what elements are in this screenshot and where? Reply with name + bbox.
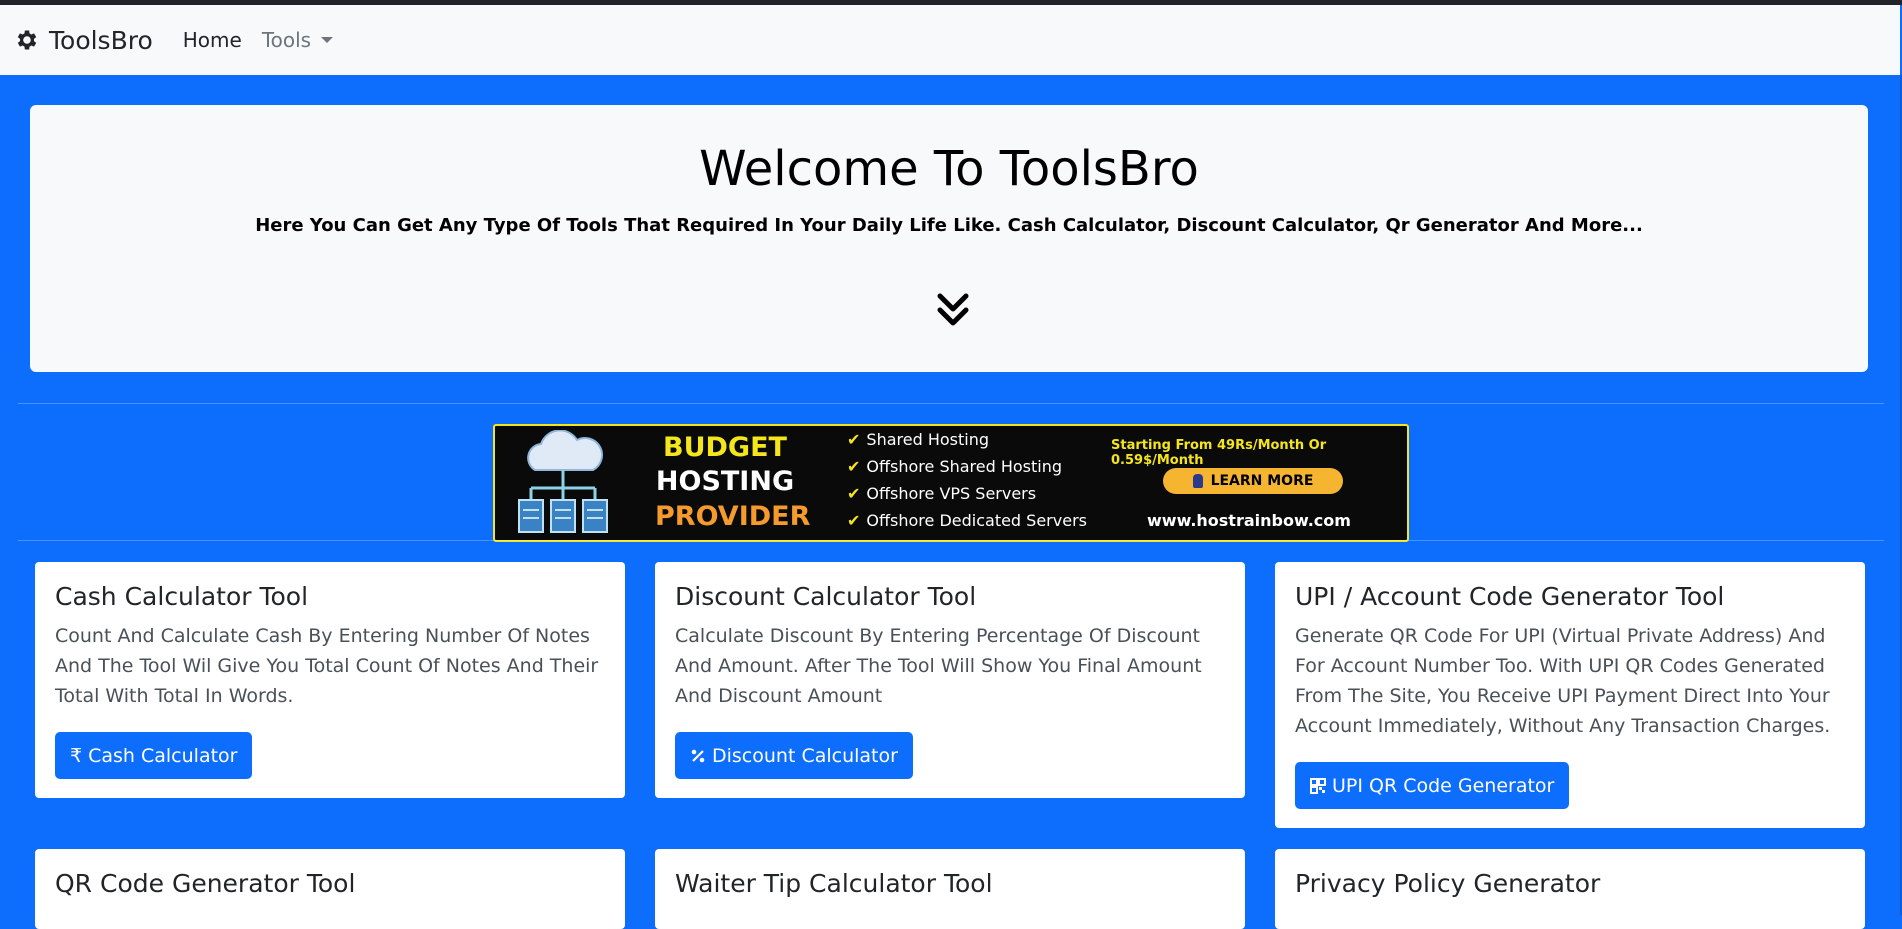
hero-title: Welcome To ToolsBro bbox=[699, 141, 1199, 197]
nav-tools-label: Tools bbox=[261, 28, 312, 52]
tool-card-upi: UPI / Account Code Generator Tool Genera… bbox=[1275, 562, 1865, 828]
divider bbox=[18, 403, 1884, 404]
upi-qr-generator-button[interactable]: UPI QR Code Generator bbox=[1295, 762, 1570, 809]
button-label: Cash Calculator bbox=[88, 744, 238, 767]
nav-home-link[interactable]: Home bbox=[183, 28, 242, 52]
banner-cta-label: LEARN MORE bbox=[1210, 473, 1314, 489]
tool-card-qr: QR Code Generator Tool bbox=[35, 849, 625, 929]
tool-card-discount: Discount Calculator Tool Calculate Disco… bbox=[655, 562, 1245, 798]
button-label: Discount Calculator bbox=[712, 744, 898, 767]
banner-feature: ✔ Offshore Dedicated Servers bbox=[847, 511, 1087, 530]
hero-section: Welcome To ToolsBro Here You Can Get Any… bbox=[30, 105, 1868, 372]
banner-url: www.hostrainbow.com bbox=[1147, 511, 1351, 530]
brand-label: ToolsBro bbox=[49, 25, 153, 55]
check-icon: ✔ bbox=[847, 457, 861, 476]
rupee-icon: ₹ bbox=[70, 744, 83, 767]
hosting-ad-banner[interactable]: BUDGET HOSTING PROVIDER ✔ Shared Hosting … bbox=[493, 424, 1409, 542]
check-icon: ✔ bbox=[847, 430, 861, 449]
banner-title-provider: PROVIDER bbox=[655, 501, 811, 532]
button-label: UPI QR Code Generator bbox=[1332, 774, 1555, 797]
card-title: UPI / Account Code Generator Tool bbox=[1295, 582, 1725, 611]
banner-title-hosting: HOSTING bbox=[655, 466, 795, 497]
card-title: Discount Calculator Tool bbox=[675, 582, 977, 611]
hero-subtitle: Here You Can Get Any Type Of Tools That … bbox=[255, 215, 1643, 236]
gear-icon bbox=[17, 30, 37, 50]
banner-feature: ✔ Offshore VPS Servers bbox=[847, 484, 1037, 503]
nav-tools-dropdown[interactable]: Tools bbox=[261, 28, 334, 52]
navbar: ToolsBro Home Tools bbox=[0, 5, 1900, 75]
tool-card-waiter-tip: Waiter Tip Calculator Tool bbox=[655, 849, 1245, 929]
card-title: Waiter Tip Calculator Tool bbox=[675, 869, 993, 898]
card-description: Calculate Discount By Entering Percentag… bbox=[675, 625, 1202, 707]
card-title: QR Code Generator Tool bbox=[55, 869, 356, 898]
card-description: Generate QR Code For UPI (Virtual Privat… bbox=[1295, 625, 1831, 737]
pointer-hand-icon bbox=[1192, 474, 1203, 488]
qr-icon bbox=[1310, 777, 1326, 794]
tool-card-cash: Cash Calculator Tool Count And Calculate… bbox=[35, 562, 625, 798]
banner-feature: ✔ Shared Hosting bbox=[847, 430, 989, 449]
cash-calculator-button[interactable]: ₹ Cash Calculator bbox=[55, 732, 253, 779]
banner-learn-more-button[interactable]: LEARN MORE bbox=[1163, 468, 1343, 494]
double-chevron-down-icon[interactable] bbox=[935, 290, 971, 330]
banner-title-budget: BUDGET bbox=[663, 432, 787, 463]
card-title: Privacy Policy Generator bbox=[1295, 869, 1601, 898]
percent-icon bbox=[690, 748, 706, 764]
discount-calculator-button[interactable]: Discount Calculator bbox=[675, 732, 913, 779]
caret-down-icon bbox=[321, 37, 334, 43]
tool-card-privacy-policy: Privacy Policy Generator bbox=[1275, 849, 1865, 929]
check-icon: ✔ bbox=[847, 484, 861, 503]
banner-pricing: Starting From 49Rs/Month Or 0.59$/Month bbox=[1111, 438, 1327, 468]
card-description: Count And Calculate Cash By Entering Num… bbox=[55, 625, 599, 707]
check-icon: ✔ bbox=[847, 511, 861, 530]
cloud-server-icon bbox=[518, 430, 608, 533]
card-title: Cash Calculator Tool bbox=[55, 582, 309, 611]
divider bbox=[18, 540, 1884, 541]
banner-feature: ✔ Offshore Shared Hosting bbox=[847, 457, 1063, 476]
brand-link[interactable]: ToolsBro bbox=[14, 26, 153, 55]
